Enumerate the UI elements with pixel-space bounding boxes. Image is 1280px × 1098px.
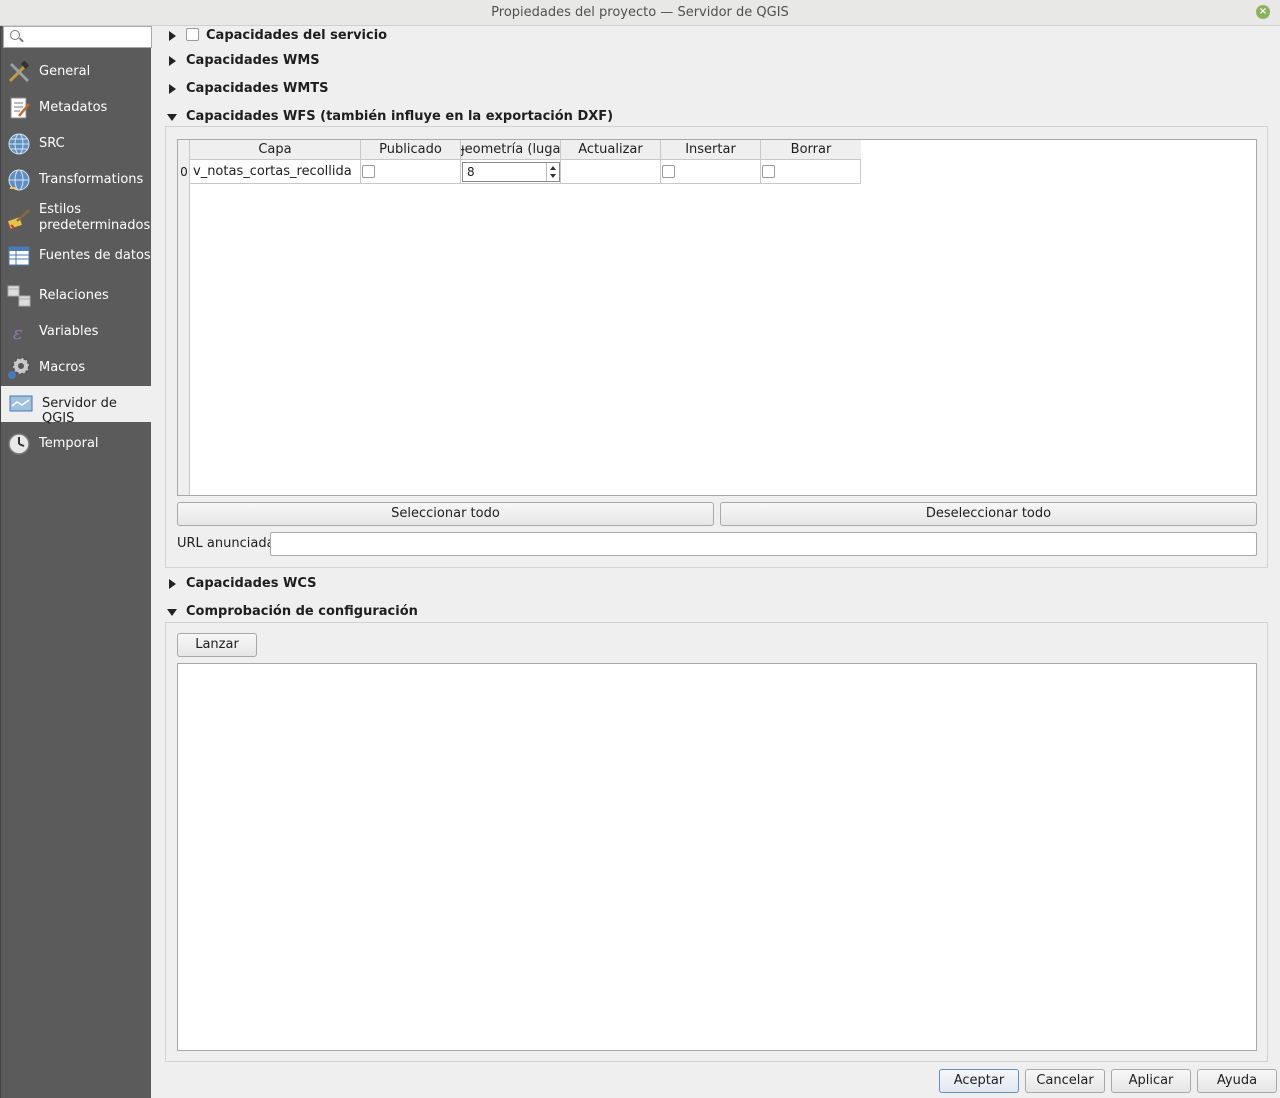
section-wmts[interactable]: Capacidades WMTS [165,79,465,101]
expand-arrow-icon[interactable] [169,579,176,589]
section-title: Capacidades del servicio [206,28,388,43]
brush-icon [7,209,30,230]
wfs-group: Capa Publicado ɟeometría (lugar Actualiz… [165,126,1268,568]
sidebar: General Metadatos SRC Transformations Es… [0,26,152,1098]
ok-button[interactable]: Aceptar [939,1069,1019,1093]
sidebar-item-servidor[interactable]: Servidor de QGIS [1,386,152,426]
clock-icon [8,433,30,455]
section-wms[interactable]: Capacidades WMS [165,51,465,73]
table-cell-layer[interactable]: v_notas_cortas_recollida [190,160,361,184]
sidebar-item-label: Macros [39,360,86,375]
sidebar-item-label: Metadatos [39,100,108,115]
service-capabilities-checkbox[interactable] [186,28,199,41]
sidebar-item-macros[interactable]: Macros [1,356,152,380]
section-title: Capacidades WMTS [186,81,329,96]
sidebar-item-label: Fuentes de datos [39,248,151,263]
column-header-capa[interactable]: Capa [190,140,361,160]
config-group: Lanzar [165,622,1268,1062]
metadata-icon [10,97,30,119]
search-box[interactable] [3,26,152,48]
variable-icon: ε [13,323,23,344]
column-header-insertar[interactable]: Insertar [661,140,761,160]
apply-button[interactable]: Aplicar [1111,1069,1191,1093]
sidebar-item-label: Transformations [39,172,144,187]
table-cell-insert[interactable] [661,160,761,184]
config-output-area[interactable] [177,663,1257,1051]
sidebar-item-label: SRC [39,136,65,151]
sidebar-item-fuentes[interactable]: Fuentes de datos [1,244,152,268]
section-title: Capacidades WCS [186,576,317,591]
sidebar-item-src[interactable]: SRC [1,132,152,156]
spin-down-icon[interactable] [550,174,556,178]
svg-text:ε: ε [13,323,23,344]
section-title: Capacidades WFS (también influye en la e… [186,109,614,124]
sidebar-item-variables[interactable]: ε Variables [1,320,152,344]
sidebar-item-label: Servidor de QGIS [42,396,117,426]
advertised-url-input[interactable] [270,532,1257,556]
sidebar-item-temporal[interactable]: Temporal [1,432,152,456]
select-all-button[interactable]: Seleccionar todo [177,502,714,526]
layer-name: v_notas_cortas_recollida [193,164,352,179]
column-header-publicado[interactable]: Publicado [361,140,461,160]
sidebar-item-label: Estilos predeterminados [39,202,151,233]
table-cell-delete[interactable] [761,160,861,184]
table-cell-precision[interactable]: 8 [461,160,561,184]
expand-arrow-icon[interactable] [169,56,176,66]
title-bar: Propiedades del proyecto — Servidor de Q… [0,0,1280,26]
dialog-buttons: Aceptar Cancelar Aplicar Ayuda [151,1066,1280,1098]
close-icon[interactable]: × [1256,5,1270,19]
column-header-actualizar[interactable]: Actualizar [561,140,661,160]
column-header-borrar[interactable]: Borrar [761,140,861,160]
sidebar-item-label: Variables [39,324,99,339]
sidebar-item-label: General [39,64,91,79]
collapse-arrow-icon[interactable] [167,114,177,121]
section-wcs[interactable]: Capacidades WCS [165,574,465,596]
tools-icon [8,60,30,83]
sidebar-item-label: Temporal [39,436,99,451]
section-service-capabilities[interactable]: Capacidades del servicio [165,26,465,48]
search-icon [10,30,20,40]
sidebar-item-label: Relaciones [39,288,109,303]
expand-arrow-icon[interactable] [169,31,176,41]
server-map-icon [9,395,33,412]
window-title: Propiedades del proyecto — Servidor de Q… [491,5,789,20]
sidebar-item-general[interactable]: General [1,60,152,84]
sidebar-item-relaciones[interactable]: Relaciones [1,284,152,308]
deselect-all-button[interactable]: Deseleccionar todo [720,502,1257,526]
spin-arrows[interactable] [546,163,559,181]
insert-checkbox[interactable] [662,165,675,178]
gear-icon [8,357,30,379]
main-panel: Capacidades del servicio Capacidades WMS… [151,26,1280,1066]
relations-icon [7,285,31,307]
spin-up-icon[interactable] [550,166,556,170]
help-button[interactable]: Ayuda [1197,1069,1277,1093]
search-input[interactable] [24,29,144,45]
table-cell-published[interactable] [361,160,461,184]
precision-value: 8 [467,165,475,179]
sidebar-item-transformations[interactable]: Transformations [1,168,152,192]
section-title: Capacidades WMS [186,53,320,68]
row-number: 0 [180,165,188,179]
section-title: Comprobación de configuración [186,604,418,619]
column-header-precision[interactable]: ɟeometría (lugar [461,140,561,160]
row-header [178,140,190,495]
precision-spinbox[interactable]: 8 [462,162,560,182]
launch-button[interactable]: Lanzar [177,633,257,657]
table-icon [8,246,30,266]
table-cell-update[interactable] [561,160,661,184]
globe-icon [8,133,30,155]
sidebar-item-metadatos[interactable]: Metadatos [1,96,152,120]
collapse-arrow-icon[interactable] [167,609,177,616]
expand-arrow-icon[interactable] [169,84,176,94]
published-checkbox[interactable] [362,165,375,178]
section-config-check[interactable]: Comprobación de configuración [165,602,565,624]
delete-checkbox[interactable] [762,165,775,178]
wfs-layers-table: Capa Publicado ɟeometría (lugar Actualiz… [177,139,1257,496]
cancel-button[interactable]: Cancelar [1025,1069,1105,1093]
url-label: URL anunciada [177,536,275,551]
sidebar-item-estilos[interactable]: Estilos predeterminados [1,202,152,238]
globe-transform-icon [8,169,30,191]
